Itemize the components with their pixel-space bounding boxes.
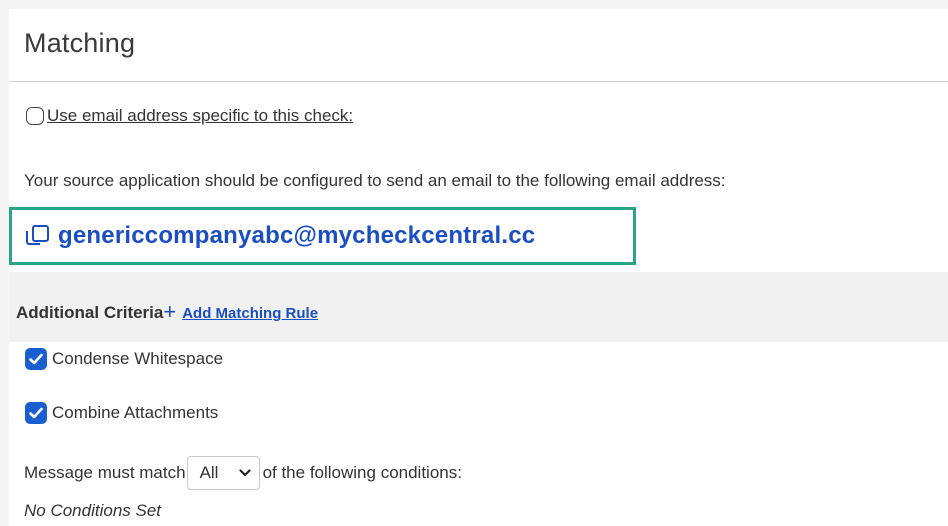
no-conditions-text: No Conditions Set — [24, 501, 162, 520]
use-email-option[interactable]: Use email address specific to this check… — [26, 106, 353, 126]
checkmark-icon — [29, 407, 43, 419]
match-mode-select[interactable]: All — [186, 456, 260, 490]
add-matching-rule-link[interactable]: Add Matching Rule — [182, 305, 318, 322]
chevron-down-icon — [238, 469, 251, 477]
plus-icon[interactable]: + — [163, 301, 176, 323]
source-instruction: Your source application should be config… — [24, 171, 726, 190]
match-suffix: of the following conditions: — [262, 463, 462, 482]
additional-criteria-title: Additional Criteria — [16, 303, 164, 322]
condense-whitespace-checkbox[interactable] — [25, 348, 47, 370]
condense-whitespace-label[interactable]: Condense Whitespace — [52, 349, 223, 369]
email-address-link[interactable]: genericcompanyabc@mycheckcentral.cc — [58, 222, 535, 250]
combine-attachments-option[interactable]: Combine Attachments — [25, 402, 218, 424]
title-divider — [9, 81, 948, 82]
email-address-box: genericcompanyabc@mycheckcentral.cc — [9, 207, 636, 265]
match-prefix: Message must match — [24, 463, 186, 482]
use-email-label[interactable]: Use email address specific to this check… — [47, 106, 353, 126]
match-condition-row: Message must match All of the following … — [24, 456, 462, 490]
combine-attachments-label[interactable]: Combine Attachments — [52, 403, 218, 423]
checkmark-icon — [29, 353, 43, 365]
section-title: Matching — [24, 28, 136, 58]
copy-icon[interactable] — [26, 225, 49, 247]
combine-attachments-checkbox[interactable] — [25, 402, 47, 424]
matching-panel: Matching Use email address specific to t… — [9, 9, 948, 526]
condense-whitespace-option[interactable]: Condense Whitespace — [25, 348, 223, 370]
additional-criteria-header: Additional Criteria + Add Matching Rule — [9, 272, 948, 342]
match-mode-value: All — [199, 463, 219, 482]
use-email-checkbox[interactable] — [26, 107, 44, 125]
